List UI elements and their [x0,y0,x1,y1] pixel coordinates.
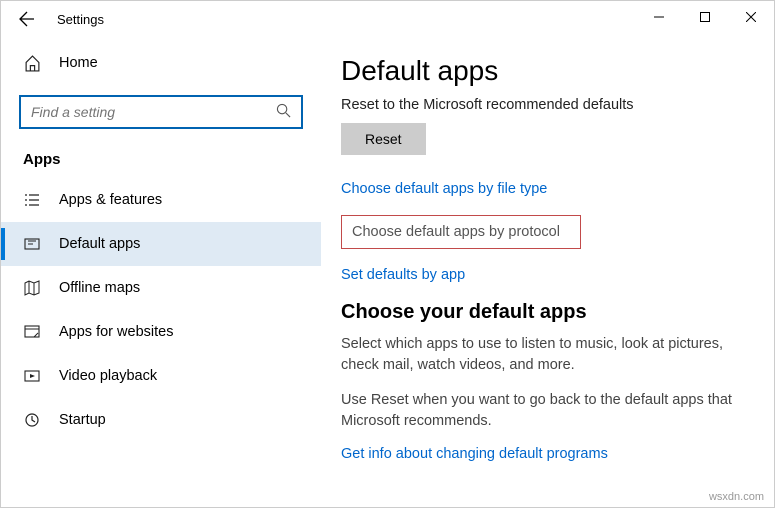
titlebar: Settings [1,1,774,37]
main-content: Default apps Reset to the Microsoft reco… [321,37,774,507]
startup-icon [23,412,41,428]
nav-apps-websites[interactable]: Apps for websites [1,310,321,354]
link-byapp[interactable]: Set defaults by app [341,267,746,283]
choose-heading: Choose your default apps [341,301,746,324]
list-icon [23,192,41,208]
close-icon [746,12,756,22]
arrow-left-icon [19,11,35,27]
home-label: Home [59,55,98,71]
section-label: Apps [1,151,321,178]
window-controls [636,1,774,33]
nav-label: Video playback [59,368,157,384]
video-icon [23,368,41,384]
nav-startup[interactable]: Startup [1,398,321,442]
nav-offline-maps[interactable]: Offline maps [1,266,321,310]
nav-label: Apps & features [59,192,162,208]
link-filetype[interactable]: Choose default apps by file type [341,181,746,197]
nav-label: Startup [59,412,106,428]
maximize-button[interactable] [682,1,728,33]
page-title: Default apps [341,55,746,87]
close-button[interactable] [728,1,774,33]
nav-label: Offline maps [59,280,140,296]
reset-button[interactable]: Reset [341,123,426,155]
maximize-icon [700,12,710,22]
nav-apps-features[interactable]: Apps & features [1,178,321,222]
link-protocol[interactable]: Choose default apps by protocol [341,215,581,249]
defaults-icon [23,236,41,252]
search-box[interactable] [19,95,303,129]
websites-icon [23,324,41,340]
nav-label: Apps for websites [59,324,173,340]
home-icon [23,55,41,72]
search-icon [276,103,291,121]
window-title: Settings [57,12,104,27]
nav-default-apps[interactable]: Default apps [1,222,321,266]
minimize-icon [654,12,664,22]
watermark: wsxdn.com [709,491,764,503]
search-input[interactable] [31,104,276,120]
reset-para: Use Reset when you want to go back to th… [341,390,746,432]
link-info[interactable]: Get info about changing default programs [341,446,746,462]
home-nav[interactable]: Home [1,43,321,83]
minimize-button[interactable] [636,1,682,33]
reset-caption: Reset to the Microsoft recommended defau… [341,97,746,113]
map-icon [23,280,41,296]
nav-label: Default apps [59,236,140,252]
nav-video-playback[interactable]: Video playback [1,354,321,398]
choose-para: Select which apps to use to listen to mu… [341,334,746,376]
sidebar: Home Apps Apps & features Default apps [1,37,321,507]
back-button[interactable] [9,1,45,37]
